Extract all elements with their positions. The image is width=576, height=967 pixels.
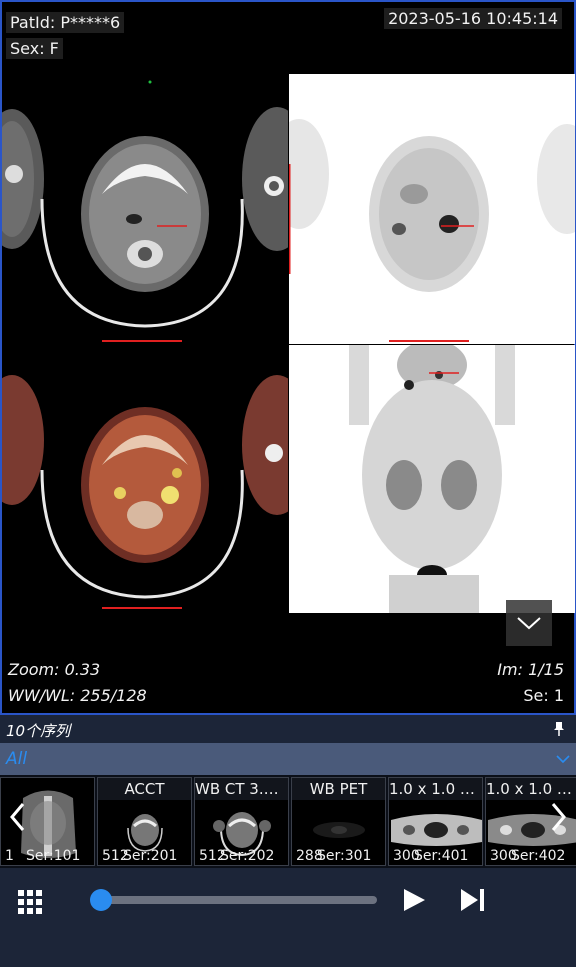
window-level: WW/WL: 255/128	[8, 686, 147, 705]
patient-sex: Sex: F	[6, 38, 63, 59]
series-thumbnail[interactable]: WB PET 288 Ser:301	[291, 777, 386, 866]
thumbnail-scroll-left-icon[interactable]	[8, 801, 26, 833]
grid-layout-icon[interactable]	[18, 890, 42, 914]
series-thumbnail[interactable]: ACCT 512 Ser:201	[97, 777, 192, 866]
chevron-up-icon	[517, 572, 541, 585]
zoom-level: Zoom: 0.33	[8, 660, 101, 679]
image-viewer[interactable]: PatId: P*****6 Sex: F 2023-05-16 10:45:1…	[0, 0, 576, 715]
thumbnail-series-number: Ser:201	[123, 848, 178, 864]
series-count-label: 10个序列	[6, 722, 71, 740]
play-icon[interactable]	[402, 888, 426, 912]
thumbnail-title: 1.0 x 1.0 L...	[389, 778, 482, 800]
thumbnail-series-number: Ser:101	[26, 848, 81, 864]
thumbnail-title: ACCT	[98, 778, 191, 800]
thumbnail-series-number: Ser:402	[511, 848, 566, 864]
fusion-axial-pane[interactable]	[2, 345, 288, 615]
pin-icon[interactable]	[552, 721, 566, 737]
series-index: Se: 1	[523, 686, 564, 705]
playback-slider-thumb[interactable]	[90, 889, 112, 911]
playback-slider-track[interactable]	[100, 896, 377, 904]
thumbnail-series-number: Ser:401	[414, 848, 469, 864]
series-thumbnail[interactable]: WB CT 3.0 ... 512 Ser:202	[194, 777, 289, 866]
series-thumbnail[interactable]: 1.0 x 1.0 L... 300 Ser:401	[388, 777, 483, 866]
series-panel-header: 10个序列	[0, 715, 576, 743]
thumbnail-series-number: Ser:202	[220, 848, 275, 864]
series-filter-dropdown[interactable]: All	[0, 743, 576, 775]
thumbnail-series-number: Ser:301	[317, 848, 372, 864]
skip-next-icon[interactable]	[460, 888, 486, 912]
ct-axial-pane[interactable]	[2, 74, 288, 344]
pet-axial-image	[289, 119, 575, 342]
playback-controls	[0, 868, 576, 967]
study-datetime: 2023-05-16 10:45:14	[384, 8, 562, 29]
chevron-down-icon	[517, 617, 541, 630]
scroll-down-button[interactable]	[506, 600, 552, 646]
thumbnail-title: WB PET	[292, 778, 385, 800]
ct-axial-image	[2, 80, 288, 342]
patient-id: PatId: P*****6	[6, 12, 125, 33]
fusion-axial-image	[2, 375, 288, 609]
thumbnail-title: 1.0 x 1.0 Med	[486, 778, 576, 800]
series-thumbnail-strip[interactable]: 1 Ser:101 ACCT 512 Ser:201 WB CT 3.0 ...…	[0, 775, 576, 868]
dropdown-arrow-icon	[556, 755, 570, 764]
thumbnail-title: WB CT 3.0 ...	[195, 778, 288, 800]
filter-selected-value: All	[6, 749, 28, 769]
image-index: Im: 1/15	[497, 660, 564, 679]
thumbnail-image-count: 1	[5, 848, 14, 864]
thumbnail-scroll-right-icon[interactable]	[550, 801, 568, 833]
pet-axial-pane[interactable]	[289, 74, 575, 344]
